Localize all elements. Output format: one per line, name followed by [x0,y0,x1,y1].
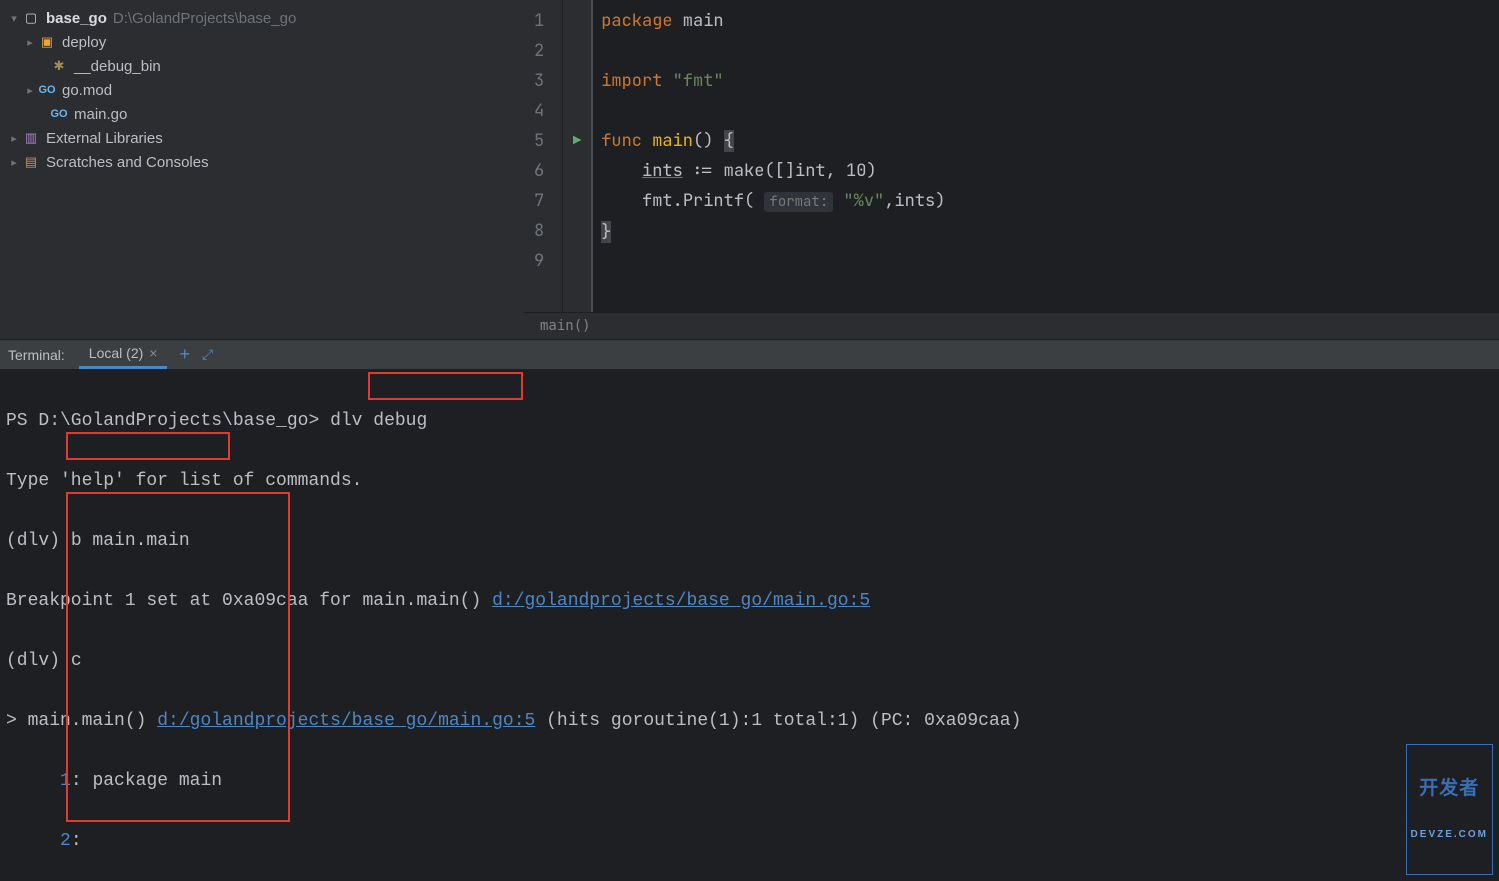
code-token: 10 [846,160,866,182]
term-text: Type 'help' for list of commands. [6,471,362,491]
expand-icon[interactable]: ⤢ [202,346,213,363]
tree-scratches[interactable]: ▤ Scratches and Consoles [0,150,524,174]
code-token: import [601,70,662,92]
code-token: ints [642,160,683,182]
tree-label: go.mod [62,82,112,99]
project-tree[interactable]: ▢ base_go D:\GolandProjects\base_go ▣ de… [0,0,524,339]
term-text: dlv debug [319,411,427,431]
file-link[interactable]: d:/golandprojects/base_go/main.go:5 [492,591,870,611]
terminal-body[interactable]: PS D:\GolandProjects\base_go> dlv debug … [0,370,1499,881]
tree-project-root[interactable]: ▢ base_go D:\GolandProjects\base_go [0,6,524,30]
term-text: Breakpoint 1 set at 0xa09caa for main.ma… [6,591,492,611]
code-token: func [601,130,652,152]
close-icon[interactable]: × [149,345,157,361]
project-path: D:\GolandProjects\base_go [113,10,296,27]
src-lineno: 1 [60,771,71,791]
terminal-tabs: Terminal: Local (2) × + ⤢ [0,340,1499,370]
code-token: main [673,10,724,32]
deploy-folder-icon: ▣ [38,33,56,51]
tree-label: Scratches and Consoles [46,154,209,171]
code-area[interactable]: package main import "fmt" func main() { … [591,0,1499,312]
breadcrumb[interactable]: main() [524,312,1499,339]
term-text: > main.main() [6,711,157,731]
star-icon: ✱ [50,57,68,75]
term-text: PS D:\GolandProjects\base_go> [6,411,319,431]
chevron-down-icon[interactable] [6,12,22,25]
line-number: 9 [534,246,544,276]
term-text: (dlv) [6,531,60,551]
chevron-right-icon[interactable] [22,36,38,49]
code-token: } [601,221,611,243]
gutter-markers: ▶ [563,0,591,312]
chevron-right-icon[interactable] [6,156,22,169]
code-token: "%v" [833,190,884,212]
inlay-hint: format: [764,192,833,212]
code-token: ) [866,160,876,182]
code-token: fmt.Printf( [642,190,764,212]
project-name: base_go [46,10,107,27]
line-number: 1 [534,6,544,36]
chevron-right-icon[interactable] [22,84,38,97]
code-token: main [652,130,693,152]
line-number: 8 [534,216,544,246]
tree-label: main.go [74,106,127,123]
line-number: 4 [534,96,544,126]
terminal-title: Terminal: [8,347,65,363]
tree-item-deploy[interactable]: ▣ deploy [0,30,524,54]
run-gutter-icon[interactable]: ▶ [563,126,591,156]
code-token: := make([]int, [683,160,846,182]
watermark: 开发者 DEVZE.COM [1406,744,1493,875]
code-token: () [693,130,724,152]
add-terminal-icon[interactable]: + [179,344,190,365]
scratch-icon: ▤ [22,153,40,171]
tree-label: deploy [62,34,106,51]
code-token: ,ints) [884,190,945,212]
tree-item-debug-bin[interactable]: ✱ __debug_bin [0,54,524,78]
editor-gutter[interactable]: 1 2 3 4 5 6 7 8 9 [524,0,563,312]
tree-item-maingo[interactable]: GO main.go [0,102,524,126]
src-lineno: 2 [60,831,71,851]
editor: 1 2 3 4 5 6 7 8 9 ▶ package main import … [524,0,1499,339]
tab-label: Local (2) [89,345,143,361]
annotation-box [368,372,523,400]
line-number: 7 [534,186,544,216]
tree-label: External Libraries [46,130,163,147]
chevron-right-icon[interactable] [6,132,22,145]
terminal-tab-local[interactable]: Local (2) × [79,340,168,369]
go-file-icon: GO [50,105,68,123]
term-text: (dlv) [6,651,60,671]
term-text: c [60,651,82,671]
line-number: 2 [534,36,544,66]
tree-label: __debug_bin [74,58,161,75]
term-text: (hits goroutine(1):1 total:1) (PC: 0xa09… [535,711,1021,731]
code-token: "fmt" [662,70,723,92]
go-file-icon: GO [38,81,56,99]
code-token: package [601,10,672,32]
line-number: 5 [534,126,544,156]
term-text: b main.main [60,531,190,551]
library-icon: ▥ [22,129,40,147]
tree-item-gomod[interactable]: GO go.mod [0,78,524,102]
annotation-box [66,432,230,460]
line-number: 6 [534,156,544,186]
src-text: package main [82,771,222,791]
folder-icon: ▢ [22,9,40,27]
breadcrumb-item: main() [540,318,591,334]
file-link[interactable]: d:/golandprojects/base_go/main.go:5 [157,711,535,731]
line-number: 3 [534,66,544,96]
tree-external-libraries[interactable]: ▥ External Libraries [0,126,524,150]
